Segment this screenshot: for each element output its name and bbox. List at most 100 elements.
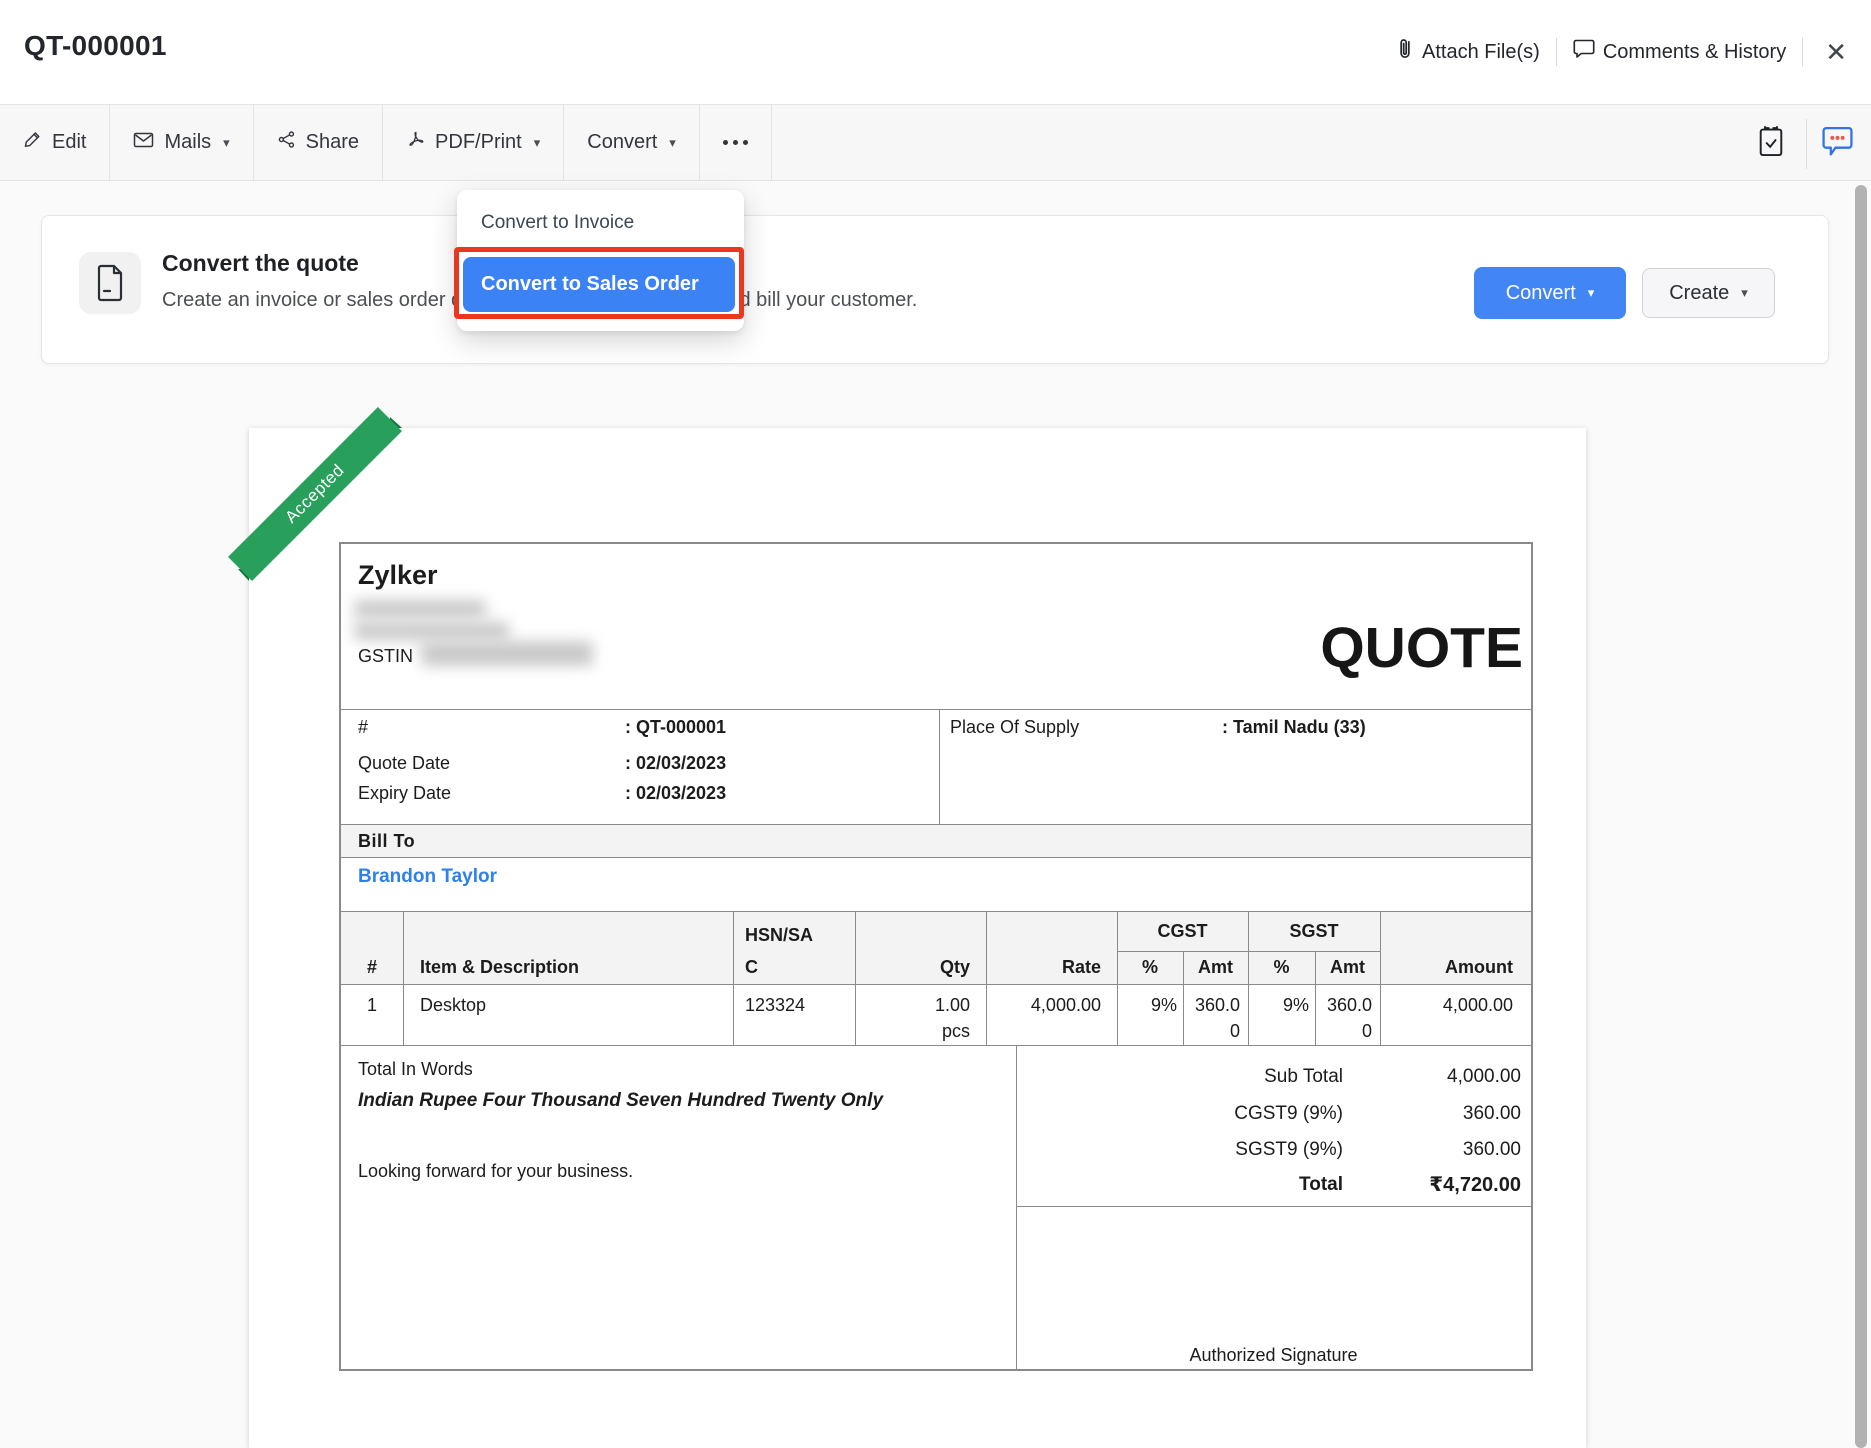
divider — [341, 857, 1531, 858]
item-hsn: 123324 — [745, 992, 805, 1018]
envelope-icon — [133, 131, 154, 155]
divider — [341, 984, 1531, 985]
divider — [403, 911, 404, 1045]
place-of-supply-value: : Tamil Nadu (33) — [1222, 714, 1366, 740]
col-header-sgst: SGST — [1248, 918, 1380, 944]
item-amount: 4,000.00 — [1380, 992, 1525, 1018]
col-header-sgst-percent: % — [1248, 954, 1315, 980]
app-header: QT-000001 Attach File(s) Comments & Hist… — [0, 0, 1871, 104]
quote-preview-paper: Accepted Zylker GSTIN QUOTE # — [249, 428, 1586, 1448]
col-header-qty: Qty — [855, 954, 978, 980]
divider — [733, 911, 734, 1045]
col-header-hsn: HSN/SA — [745, 922, 813, 948]
customer-note: Looking forward for your business. — [358, 1158, 633, 1184]
divider — [341, 911, 1531, 912]
feedback-chat-button[interactable] — [1822, 105, 1853, 182]
attach-files-label: Attach File(s) — [1422, 41, 1540, 64]
item-cgst-pct: 9% — [1117, 992, 1177, 1018]
chevron-down-icon: ▾ — [534, 135, 541, 151]
detail-value: : 02/03/2023 — [625, 750, 726, 776]
more-options-button[interactable] — [700, 105, 772, 180]
total-in-words-label: Total In Words — [358, 1056, 473, 1082]
detail-label: # — [358, 714, 368, 740]
subtotal-value: 4,000.00 — [1181, 1064, 1521, 1090]
more-options-icon — [723, 140, 748, 145]
item-sgst-pct: 9% — [1248, 992, 1309, 1018]
pdf-print-button[interactable]: PDF/Print ▾ — [383, 105, 564, 180]
header-divider — [1556, 38, 1557, 66]
create-button-label: Create — [1669, 282, 1729, 305]
item-num: 1 — [341, 992, 403, 1018]
page-title: QT-000001 — [24, 30, 167, 62]
convert-banner: Convert the quote Create an invoice or s… — [41, 215, 1829, 364]
redacted-address-line — [354, 622, 509, 640]
col-header-hsn: C — [745, 954, 758, 980]
tasks-clipboard-button[interactable] — [1758, 105, 1784, 182]
convert-button[interactable]: Convert ▾ — [1474, 267, 1626, 319]
customer-link[interactable]: Brandon Taylor — [358, 866, 497, 888]
col-header-amount: Amount — [1380, 954, 1525, 980]
share-icon — [277, 130, 296, 155]
col-header-num: # — [341, 954, 403, 980]
detail-value: : 02/03/2023 — [625, 780, 726, 806]
col-header-cgst-percent: % — [1117, 954, 1183, 980]
divider — [341, 1045, 1531, 1046]
edit-button[interactable]: Edit — [0, 105, 110, 180]
menu-item-convert-to-invoice[interactable]: Convert to Invoice — [481, 200, 634, 246]
cgst-total-value: 360.00 — [1181, 1101, 1521, 1127]
menu-item-convert-to-sales-order[interactable]: Convert to Sales Order — [463, 257, 735, 312]
chevron-down-icon: ▾ — [1588, 285, 1595, 301]
chevron-down-icon: ▾ — [1741, 285, 1748, 301]
share-label: Share — [306, 131, 359, 154]
mails-button[interactable]: Mails ▾ — [110, 105, 253, 180]
header-divider — [1802, 38, 1803, 66]
clipboard-check-icon — [1758, 125, 1784, 163]
bill-to-band — [341, 824, 1531, 857]
divider — [341, 824, 1531, 825]
item-rate: 4,000.00 — [986, 992, 1109, 1018]
item-cgst-amt: 360.0 0 — [1183, 992, 1240, 1044]
chat-dots-icon — [1822, 125, 1853, 163]
toolbar-divider — [1806, 119, 1807, 169]
quote-document: Zylker GSTIN QUOTE # : QT-000001 Quote D… — [339, 542, 1533, 1371]
divider — [1016, 1206, 1531, 1207]
redacted-address-line — [354, 600, 486, 618]
create-button[interactable]: Create ▾ — [1642, 268, 1775, 318]
col-header-item: Item & Description — [420, 954, 579, 980]
divider — [1016, 1045, 1017, 1371]
close-icon[interactable]: ✕ — [1819, 37, 1853, 68]
chevron-down-icon: ▾ — [669, 135, 676, 151]
pdf-icon — [406, 130, 425, 155]
header-actions: Attach File(s) Comments & History ✕ — [1396, 0, 1853, 104]
col-header-cgst-amt: Amt — [1183, 954, 1248, 980]
convert-button-label: Convert — [1506, 282, 1576, 305]
bill-to-label: Bill To — [358, 828, 415, 854]
comments-history-label: Comments & History — [1603, 41, 1786, 64]
redacted-gstin-value — [421, 641, 593, 666]
pencil-icon — [23, 130, 42, 155]
detail-label: Quote Date — [358, 750, 450, 776]
place-of-supply-label: Place Of Supply — [950, 714, 1079, 740]
col-header-cgst: CGST — [1117, 918, 1248, 944]
document-icon-badge — [79, 252, 141, 314]
total-in-words: Indian Rupee Four Thousand Seven Hundred… — [358, 1088, 883, 1114]
file-icon — [95, 264, 125, 302]
col-header-rate: Rate — [986, 954, 1109, 980]
item-qty: 1.00 pcs — [855, 992, 978, 1044]
edit-label: Edit — [52, 131, 86, 154]
convert-menu-button[interactable]: Convert ▾ — [564, 105, 700, 180]
sgst-total-value: 360.00 — [1181, 1137, 1521, 1163]
document-type-title: QUOTE — [1320, 620, 1523, 677]
item-name: Desktop — [420, 992, 486, 1018]
attach-files-button[interactable]: Attach File(s) — [1396, 37, 1540, 67]
divider — [939, 709, 940, 824]
detail-label: Expiry Date — [358, 780, 451, 806]
pdf-print-label: PDF/Print — [435, 131, 522, 154]
comments-history-button[interactable]: Comments & History — [1573, 39, 1786, 65]
item-sgst-amt: 360.0 0 — [1315, 992, 1372, 1044]
company-name: Zylker — [358, 560, 438, 591]
scrollbar[interactable] — [1855, 185, 1867, 1448]
authorized-signature-label: Authorized Signature — [1016, 1342, 1531, 1368]
share-button[interactable]: Share — [254, 105, 383, 180]
detail-value: : QT-000001 — [625, 714, 726, 740]
